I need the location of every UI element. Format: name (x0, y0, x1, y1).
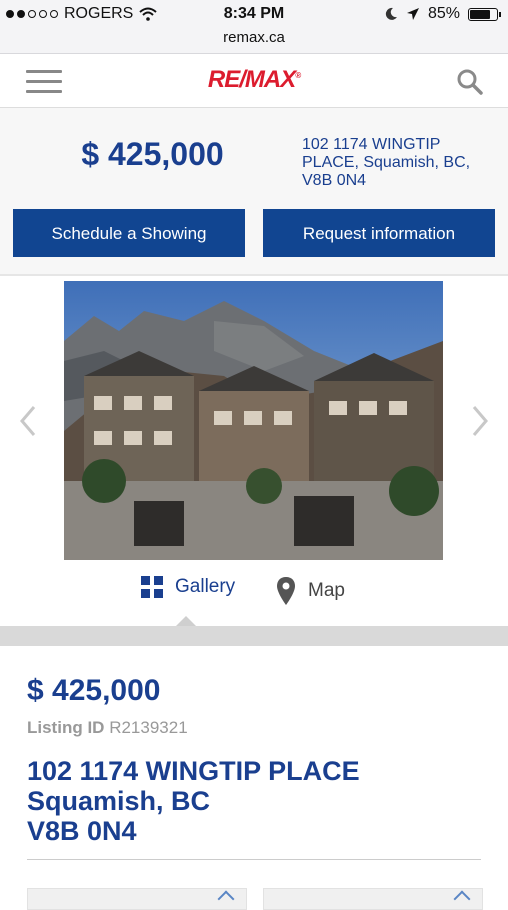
expand-arrow-icon (453, 890, 471, 908)
schedule-showing-button[interactable]: Schedule a Showing (13, 209, 245, 257)
listing-details: $ 425,000 Listing ID R2139321 102 1174 W… (0, 646, 508, 910)
search-icon[interactable] (456, 68, 484, 96)
info-card-left[interactable] (27, 888, 247, 910)
address-line-2: Squamish, BC (27, 786, 211, 816)
remax-logo[interactable]: RE/MAX® (0, 66, 508, 94)
summary-price: $ 425,000 (81, 136, 224, 172)
listing-photo-image (64, 281, 443, 560)
location-arrow-icon (406, 8, 419, 20)
info-card-right[interactable] (263, 888, 483, 910)
status-bar: ROGERS 8:34 PM 85% (0, 0, 508, 28)
tab-map[interactable]: Map (276, 576, 345, 606)
tab-gallery-label: Gallery (175, 576, 236, 597)
status-right: 85% (384, 5, 501, 23)
battery-fill (470, 9, 490, 19)
details-divider (27, 859, 481, 860)
address-line-1: 102 1174 WINGTIP PLACE (27, 756, 360, 786)
listing-id-value: R2139321 (109, 718, 188, 737)
section-divider (0, 626, 508, 646)
site-header: RE/MAX® (0, 54, 508, 108)
listing-photo[interactable] (64, 281, 443, 560)
expand-arrow-icon (217, 890, 235, 908)
chevron-right-icon[interactable] (470, 401, 490, 441)
moon-icon (385, 7, 397, 20)
details-price: $ 425,000 (27, 674, 161, 707)
listing-id-row: Listing ID R2139321 (27, 718, 188, 738)
listing-id-label: Listing ID (27, 718, 105, 737)
tab-map-label: Map (308, 580, 345, 601)
address-line-3: V8B 0N4 (27, 816, 137, 846)
logo-registered-mark: ® (295, 71, 301, 80)
battery-icon (468, 7, 501, 21)
listing-summary-panel: $ 425,000 102 1174 WINGTIP PLACE, Squami… (0, 108, 508, 274)
details-address: 102 1174 WINGTIP PLACE Squamish, BC V8B … (27, 756, 360, 846)
active-tab-indicator (176, 616, 196, 626)
map-pin-icon (277, 577, 295, 605)
request-information-button[interactable]: Request information (263, 209, 495, 257)
media-tabs: Gallery Map (0, 576, 508, 616)
battery-percent: 85% (427, 5, 460, 22)
logo-text: RE/MAX (207, 66, 296, 93)
summary-address: 102 1174 WINGTIP PLACE, Squamish, BC, V8… (302, 136, 471, 189)
grid-icon (141, 576, 163, 598)
chevron-left-icon[interactable] (18, 401, 38, 441)
gallery-section: Gallery Map (0, 274, 508, 628)
tab-gallery[interactable]: Gallery (141, 576, 235, 598)
browser-url-bar[interactable]: remax.ca (0, 28, 508, 54)
url-text: remax.ca (223, 29, 285, 46)
